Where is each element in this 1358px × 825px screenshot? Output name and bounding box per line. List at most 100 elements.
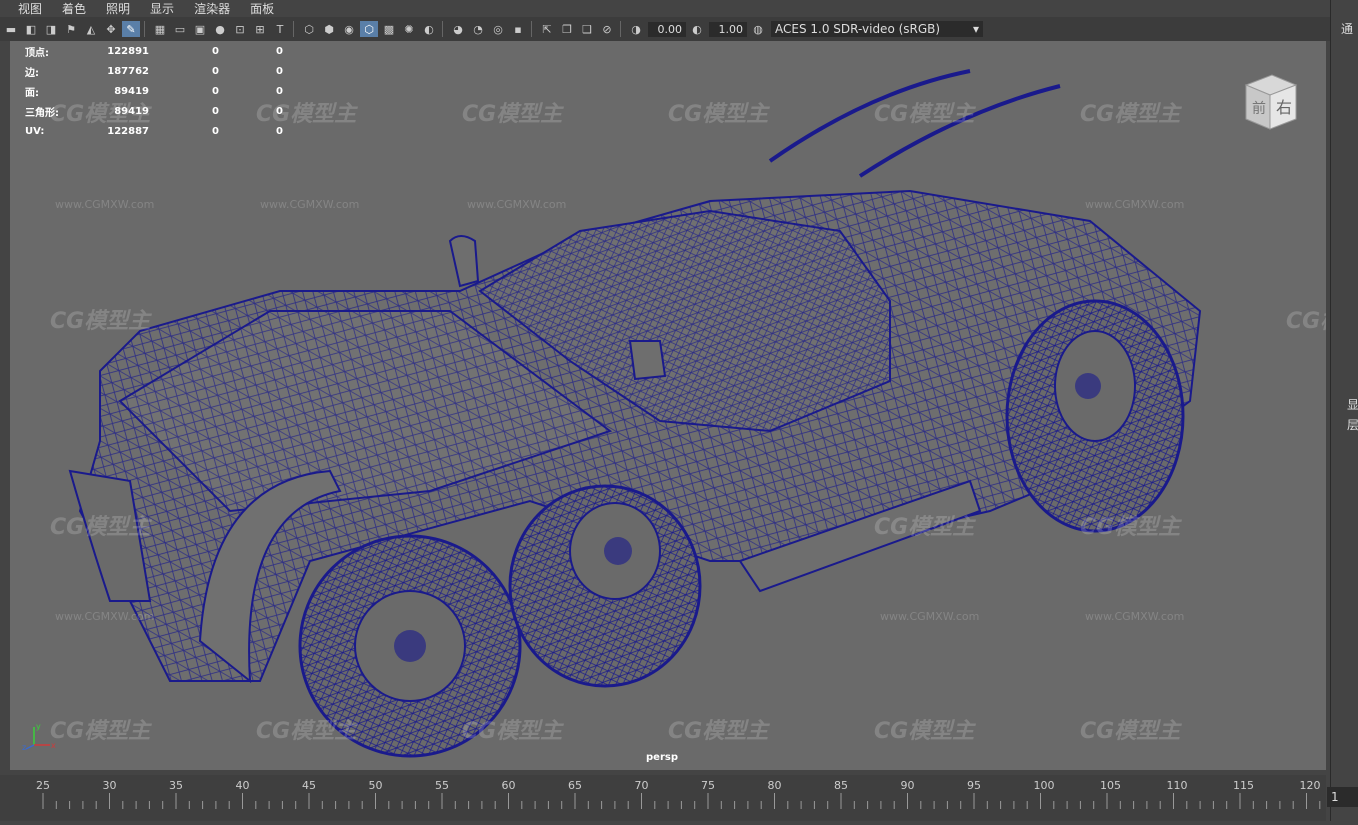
watermark-logo: CG模型主 <box>1080 515 1181 540</box>
watermark-logo: CG模型主 <box>462 719 563 744</box>
film-gate-icon[interactable]: ▭ <box>171 21 189 37</box>
wireframe-icon[interactable]: ⬡ <box>300 21 318 37</box>
image-plane-icon[interactable]: ◭ <box>82 21 100 37</box>
timeline-tick-label: 55 <box>435 779 449 792</box>
bookmark-icon[interactable]: ⚑ <box>62 21 80 37</box>
watermark-url: www.CGMXW.com <box>1085 198 1185 211</box>
toolbar-separator <box>620 21 621 37</box>
menu-renderer[interactable]: 渲染器 <box>194 0 230 17</box>
lights-icon[interactable]: ✺ <box>400 21 418 37</box>
xray-icon[interactable]: ❐ <box>558 21 576 37</box>
rear-wheel <box>1005 299 1185 533</box>
view-cube-right-label[interactable]: 右 <box>1276 98 1292 117</box>
color-space-dropdown[interactable]: ACES 1.0 SDR-video (sRGB) ▾ <box>771 21 983 37</box>
axis-x-label: x <box>51 741 56 750</box>
field-chart-icon[interactable]: ⊡ <box>231 21 249 37</box>
camera-name-label: persp <box>646 752 678 763</box>
isolate-select-icon[interactable]: ⇱ <box>538 21 556 37</box>
watermark-logo: CG模型主 <box>1080 719 1181 744</box>
exposure-field[interactable]: 0.00 <box>648 21 686 37</box>
camera-lock-icon[interactable]: ◧ <box>22 21 40 37</box>
motion-blur-icon[interactable]: ◔ <box>469 21 487 37</box>
xray-components-icon[interactable]: ⊘ <box>598 21 616 37</box>
time-slider[interactable]: 25 30 35 40 45 50 55 60 65 70 75 80 85 90 95 100 105 110 1… <box>0 775 1326 821</box>
timeline-tick-label: 115 <box>1233 779 1254 792</box>
ambient-occlusion-icon[interactable]: ◕ <box>449 21 467 37</box>
timeline-tick-label: 110 <box>1166 779 1188 792</box>
camera-select-icon[interactable]: ▬ <box>2 21 20 37</box>
current-frame-field[interactable]: 1 <box>1327 787 1358 807</box>
menu-panels[interactable]: 面板 <box>250 0 274 17</box>
timeline-tick-label: 30 <box>102 779 117 792</box>
wireframe-on-shaded-icon[interactable]: ⬡ <box>360 21 378 37</box>
exposure-icon[interactable]: ◑ <box>627 21 645 37</box>
anti-aliasing-icon[interactable]: ◎ <box>489 21 507 37</box>
menu-shading[interactable]: 着色 <box>62 0 86 17</box>
grid-icon[interactable]: ▦ <box>151 21 169 37</box>
watermark-logo: CG模型主 <box>874 515 975 540</box>
timeline-tick-label: 70 <box>634 779 649 792</box>
timeline-tick-label: 85 <box>834 779 848 792</box>
timeline-tick-label: 100 <box>1033 779 1055 792</box>
watermark-logo: CG模型主 <box>50 515 151 540</box>
safe-title-icon[interactable]: T <box>271 21 289 37</box>
toolbar-separator <box>144 21 145 37</box>
car-mirror <box>628 340 667 381</box>
xray-joints-icon[interactable]: ❑ <box>578 21 596 37</box>
safe-action-icon[interactable]: ⊞ <box>251 21 269 37</box>
color-space-value: ACES 1.0 SDR-video (sRGB) <box>775 22 941 36</box>
grease-pencil-icon[interactable]: ✎ <box>122 21 140 37</box>
axis-gizmo-icon: y x z <box>22 722 56 751</box>
default-material-icon[interactable]: ◉ <box>340 21 358 37</box>
timeline-tick-label: 75 <box>701 779 715 792</box>
watermark-url: www.CGMXW.com <box>55 610 155 623</box>
watermark-url: www.CGMXW.com <box>55 198 155 211</box>
color-management-icon[interactable]: ◍ <box>749 21 767 37</box>
car-wireframe-model <box>68 69 1202 758</box>
timeline-tick-label: 60 <box>501 779 516 792</box>
chevron-down-icon: ▾ <box>972 22 979 36</box>
watermark-url: www.CGMXW.com <box>880 610 980 623</box>
timeline-tick-label: 50 <box>368 779 383 792</box>
menu-show[interactable]: 显示 <box>150 0 174 17</box>
channel-box-tab[interactable]: 通 <box>1341 20 1353 37</box>
camera-attributes-icon[interactable]: ◨ <box>42 21 60 37</box>
timeline-tick-label: 105 <box>1100 779 1121 792</box>
2d-pan-icon[interactable]: ✥ <box>102 21 120 37</box>
shadows-icon[interactable]: ◐ <box>420 21 438 37</box>
watermark-logo: CG模型主 <box>50 309 151 334</box>
toolbar-separator <box>293 21 294 37</box>
watermark-url: www.CGMXW.com <box>260 198 360 211</box>
3d-viewport[interactable]: 顶点: 122891 0 0 边: 187762 0 0 面: 89419 0 0 三角形: 894… <box>10 41 1326 770</box>
gate-mask-icon[interactable]: ● <box>211 21 229 37</box>
timeline-tick-label: 40 <box>235 779 250 792</box>
time-slider-ruler <box>42 793 1321 809</box>
layer-tab[interactable]: 层 <box>1347 416 1358 433</box>
timeline-tick-label: 65 <box>568 779 582 792</box>
menu-bar: 视图 着色 照明 显示 渲染器 面板 <box>0 0 1330 17</box>
timeline-tick-label: 120 <box>1299 779 1321 792</box>
menu-view[interactable]: 视图 <box>18 0 42 17</box>
gamma-field[interactable]: 1.00 <box>709 21 747 37</box>
watermark-logo: CG模型主 <box>462 102 563 127</box>
watermark-url: www.CGMXW.com <box>1085 610 1185 623</box>
timeline-tick-label: 80 <box>767 779 782 792</box>
watermark-logo: CG模型主 <box>50 102 151 127</box>
watermark-logo: CG模型主 <box>256 719 357 744</box>
timeline-tick-label: 95 <box>967 779 981 792</box>
watermark-logo: CG模型主 <box>668 102 769 127</box>
display-tab[interactable]: 显 <box>1347 396 1358 413</box>
menu-lighting[interactable]: 照明 <box>106 0 130 17</box>
view-cube-front-label[interactable]: 前 <box>1252 100 1266 117</box>
view-cube[interactable]: 前 右 <box>1238 71 1300 133</box>
watermark-logo: CG模型主 <box>874 102 975 127</box>
toolbar-separator <box>442 21 443 37</box>
smooth-shade-icon[interactable]: ⬢ <box>320 21 338 37</box>
watermark-logo: CG模型主 <box>50 719 151 744</box>
resolution-gate-icon[interactable]: ▣ <box>191 21 209 37</box>
timeline-tick-label: 25 <box>36 779 50 792</box>
gamma-icon[interactable]: ◐ <box>688 21 706 37</box>
car-intake <box>448 235 480 288</box>
depth-of-field-icon[interactable]: ▪ <box>509 21 527 37</box>
textured-icon[interactable]: ▩ <box>380 21 398 37</box>
